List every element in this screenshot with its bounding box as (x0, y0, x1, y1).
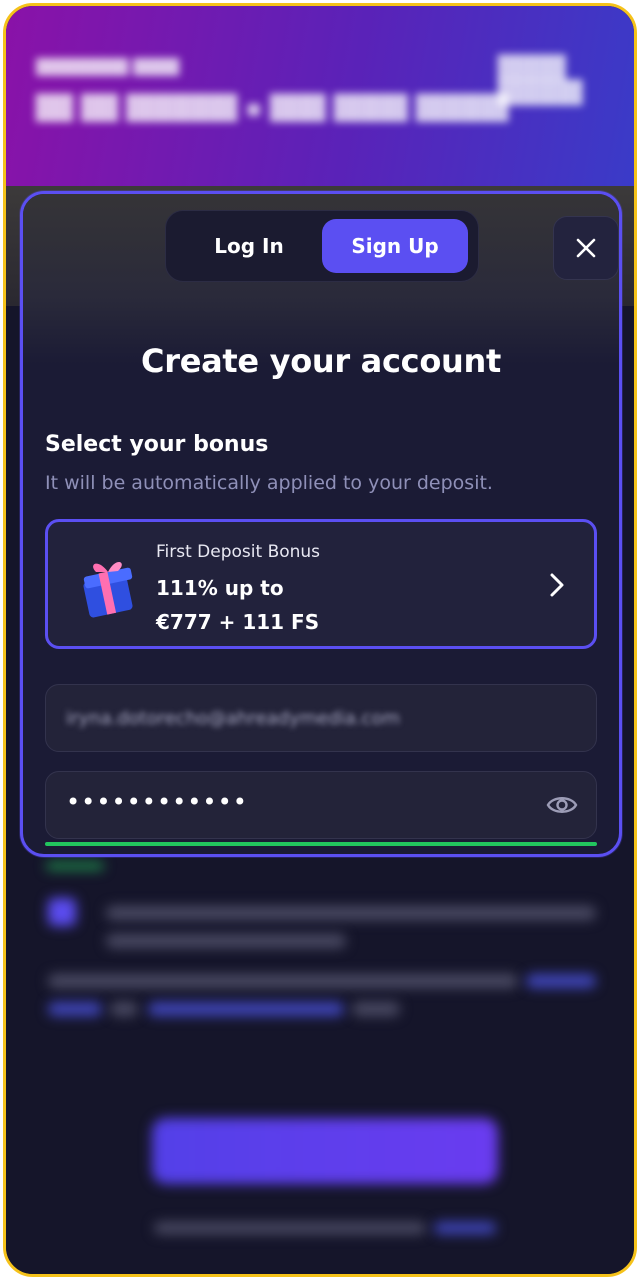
signup-modal: Log In Sign Up Create your account Selec… (20, 191, 622, 857)
bg-strength-label (46, 862, 104, 870)
email-field[interactable]: iryna.dotorecho@ahreadymedia.com (45, 684, 597, 752)
bg-and-text (110, 1002, 138, 1016)
bonus-value-line-2: €777 + 111 FS (156, 610, 320, 634)
bg-terms-line-1 (106, 906, 596, 920)
promo-banner: ████████ ████ ██ ██ ██████ ▪ ███ ████ ██… (6, 6, 634, 186)
bg-apply-text (352, 1002, 400, 1016)
bonus-value-line-1: 111% up to (156, 576, 284, 600)
bonus-heading: Select your bonus (45, 432, 269, 457)
banner-logo-blurred: ████ █████ (498, 56, 583, 106)
tab-signup[interactable]: Sign Up (322, 219, 468, 273)
bg-terms-line-2 (106, 934, 346, 948)
tab-login[interactable]: Log In (176, 219, 322, 273)
bonus-subheading: It will be automatically applied to your… (45, 472, 493, 494)
close-icon (576, 238, 596, 258)
gift-icon (83, 562, 133, 618)
bg-policy-link (48, 1002, 102, 1016)
auth-tabs: Log In Sign Up (165, 210, 479, 282)
chevron-right-icon (550, 573, 564, 597)
page-title: Create your account (141, 342, 501, 380)
password-strength-bar (45, 842, 597, 846)
email-value: iryna.dotorecho@ahreadymedia.com (66, 708, 400, 729)
password-field[interactable]: •••••••••••• (45, 771, 597, 839)
close-button[interactable] (553, 216, 619, 280)
bonus-selector-card[interactable]: First Deposit Bonus 111% up to €777 + 11… (45, 519, 597, 649)
eye-icon[interactable] (546, 792, 578, 818)
bg-terms-checkbox (48, 898, 76, 926)
password-value: •••••••••••• (66, 788, 248, 816)
bg-login-link (434, 1222, 496, 1234)
bg-terms-link (148, 1002, 344, 1016)
banner-small-text-blurred: ████████ ████ (36, 58, 180, 76)
bg-recaptcha-line-1 (48, 974, 518, 988)
screen-frame: ████████ ████ ██ ██ ██████ ▪ ███ ████ ██… (3, 3, 637, 1277)
background-lower-content (6, 856, 634, 1274)
bg-signup-button (152, 1118, 498, 1184)
banner-headline-blurred: ██ ██ ██████ ▪ ███ ████ █████ (36, 94, 509, 122)
bg-privacy-link (526, 974, 596, 988)
bonus-name: First Deposit Bonus (156, 542, 321, 562)
bg-login-prompt (154, 1222, 426, 1234)
